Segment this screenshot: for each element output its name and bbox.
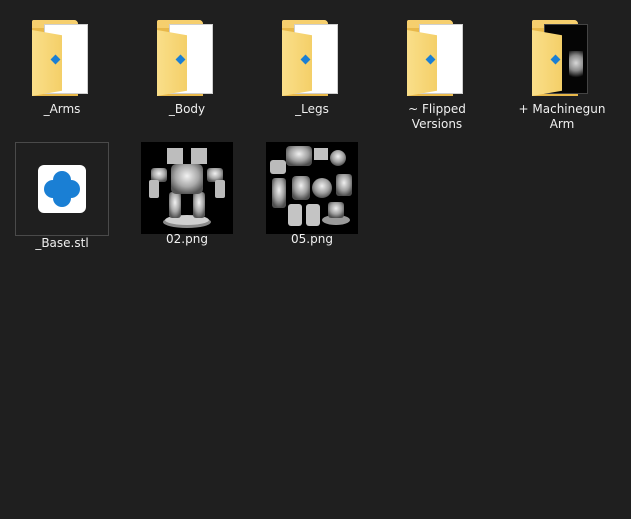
folder-item-body[interactable]: _Body — [140, 12, 234, 117]
quatrefoil-icon — [44, 171, 80, 207]
folder-label: + Machinegun Arm — [518, 102, 606, 131]
folder-label: _Arms — [43, 102, 81, 116]
folder-item-machinegun-arm[interactable]: + Machinegun Arm — [515, 12, 609, 132]
file-label: _Base.stl — [35, 236, 89, 250]
file-item-02-png[interactable]: 02.png — [140, 142, 234, 247]
file-explorer-view: _Arms _Body _Legs ~ Flipped Versions + M… — [0, 0, 631, 519]
file-item-base-stl[interactable] — [15, 142, 109, 236]
stl-file-icon — [16, 143, 108, 235]
preview-image — [569, 51, 583, 81]
file-item-05-png[interactable]: 05.png — [265, 142, 359, 247]
file-label: 02.png — [166, 232, 208, 246]
folder-icon — [16, 12, 108, 104]
folder-label: _Legs — [295, 102, 329, 116]
folder-item-arms[interactable]: _Arms — [15, 12, 109, 117]
folder-item-flipped-versions[interactable]: ~ Flipped Versions — [390, 12, 484, 132]
folder-icon — [266, 12, 358, 104]
file-label: 05.png — [291, 232, 333, 246]
folder-label: _Body — [168, 102, 206, 116]
image-thumbnail — [266, 142, 358, 234]
folder-icon — [516, 12, 608, 104]
folder-label: ~ Flipped Versions — [408, 102, 466, 131]
folder-icon — [141, 12, 233, 104]
image-thumbnail — [141, 142, 233, 234]
folder-item-legs[interactable]: _Legs — [265, 12, 359, 117]
folder-icon — [391, 12, 483, 104]
